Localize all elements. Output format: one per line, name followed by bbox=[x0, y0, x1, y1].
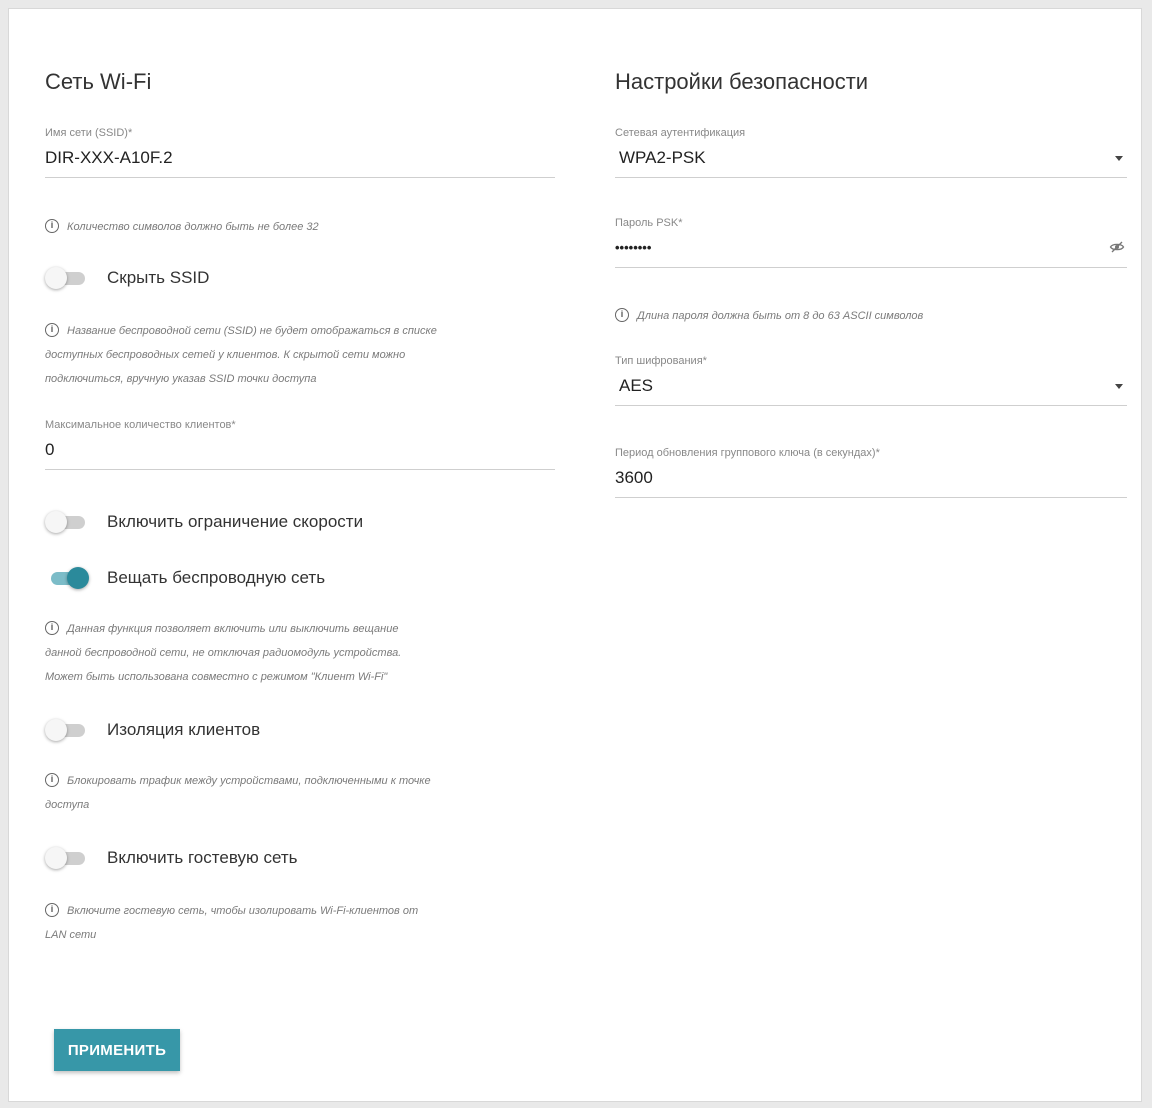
isolation-toggle[interactable] bbox=[45, 718, 89, 742]
psk-hint-text: Длина пароля должна быть от 8 до 63 ASCI… bbox=[637, 310, 924, 322]
guest-hint-line-1: Включите гостевую сеть, чтобы изолироват… bbox=[67, 905, 419, 917]
apply-button[interactable]: ПРИМЕНИТЬ bbox=[54, 1029, 180, 1071]
broadcast-toggle[interactable] bbox=[45, 566, 89, 590]
max-clients-label: Максимальное количество клиентов* bbox=[45, 419, 236, 431]
auth-value: WPA2-PSK bbox=[619, 148, 706, 167]
speed-limit-label: Включить ограничение скорости bbox=[107, 512, 364, 531]
ssid-label: Имя сети (SSID)* bbox=[45, 127, 133, 139]
encryption-select[interactable]: AES bbox=[615, 369, 1127, 406]
psk-row bbox=[615, 231, 1127, 268]
guest-hint-line-2: LAN сети bbox=[45, 929, 97, 941]
psk-hint: i Длина пароля должна быть от 8 до 63 ASC… bbox=[615, 304, 923, 328]
auth-label: Сетевая аутентификация bbox=[615, 127, 746, 139]
hide-ssid-hint: i Название беспроводной сети (SSID) не бу… bbox=[45, 319, 437, 391]
caret-down-icon bbox=[1115, 384, 1123, 389]
auth-select[interactable]: WPA2-PSK bbox=[615, 141, 1127, 178]
hide-ssid-row: Скрыть SSID bbox=[45, 263, 209, 293]
isolation-row: Изоляция клиентов bbox=[45, 715, 260, 745]
ssid-field: Имя сети (SSID)* bbox=[45, 127, 555, 178]
broadcast-hint-line-1: Данная функция позволяет включить или вы… bbox=[67, 623, 399, 635]
broadcast-hint: i Данная функция позволяет включить или в… bbox=[45, 617, 401, 689]
info-icon: i bbox=[615, 308, 629, 323]
guest-row: Включить гостевую сеть bbox=[45, 843, 297, 873]
hide-ssid-label: Скрыть SSID bbox=[107, 268, 210, 287]
ssid-row bbox=[45, 141, 555, 178]
max-clients-input[interactable] bbox=[45, 435, 504, 465]
ssid-hint-text: Количество символов должно быть не более… bbox=[67, 221, 319, 233]
rekey-row bbox=[615, 461, 1127, 498]
hide-ssid-hint-line-3: подключиться, вручную указав SSID точки … bbox=[45, 373, 317, 385]
psk-input[interactable] bbox=[615, 233, 1076, 263]
psk-label: Пароль PSK* bbox=[615, 217, 683, 229]
auth-field: Сетевая аутентификация WPA2-PSK bbox=[615, 127, 1127, 178]
settings-panel: Сеть Wi-Fi Имя сети (SSID)* i Количество … bbox=[8, 8, 1142, 1102]
guest-label: Включить гостевую сеть bbox=[107, 848, 298, 867]
guest-toggle[interactable] bbox=[45, 846, 89, 870]
broadcast-row: Вещать беспроводную сеть bbox=[45, 563, 325, 593]
rekey-label: Период обновления группового ключа (в се… bbox=[615, 447, 880, 459]
info-icon: i bbox=[45, 621, 59, 636]
speed-limit-row: Включить ограничение скорости bbox=[45, 507, 363, 537]
isolation-hint-line-2: доступа bbox=[45, 799, 90, 811]
ssid-input[interactable] bbox=[45, 143, 504, 173]
encryption-value: AES bbox=[619, 376, 654, 395]
ssid-hint: i Количество символов должно быть не боле… bbox=[45, 215, 319, 239]
encryption-label: Тип шифрования* bbox=[615, 355, 707, 367]
info-icon: i bbox=[45, 219, 59, 234]
wifi-section-title: Сеть Wi-Fi bbox=[45, 69, 152, 94]
hide-ssid-hint-line-1: Название беспроводной сети (SSID) не буд… bbox=[67, 325, 437, 337]
caret-down-icon bbox=[1115, 156, 1123, 161]
security-section-title: Настройки безопасности bbox=[615, 69, 869, 94]
max-clients-row bbox=[45, 433, 555, 470]
broadcast-hint-line-2: данной беспроводной сети, не отключая ра… bbox=[45, 647, 402, 659]
info-icon: i bbox=[45, 773, 59, 788]
hide-ssid-toggle[interactable] bbox=[45, 266, 89, 290]
info-icon: i bbox=[45, 323, 59, 338]
guest-hint: i Включите гостевую сеть, чтобы изолирова… bbox=[45, 899, 418, 947]
broadcast-hint-line-3: Может быть использована совместно с режи… bbox=[45, 671, 388, 683]
encryption-field: Тип шифрования* AES bbox=[615, 355, 1127, 406]
rekey-input[interactable] bbox=[615, 463, 1076, 493]
eye-off-icon[interactable] bbox=[1109, 239, 1125, 255]
isolation-hint-line-1: Блокировать трафик между устройствами, п… bbox=[67, 775, 431, 787]
max-clients-field: Максимальное количество клиентов* bbox=[45, 419, 555, 470]
speed-limit-toggle[interactable] bbox=[45, 510, 89, 534]
hide-ssid-hint-line-2: доступных беспроводных сетей у клиентов.… bbox=[45, 349, 406, 361]
isolation-label: Изоляция клиентов bbox=[107, 720, 261, 739]
isolation-hint: i Блокировать трафик между устройствами, … bbox=[45, 769, 431, 817]
info-icon: i bbox=[45, 903, 59, 918]
rekey-field: Период обновления группового ключа (в се… bbox=[615, 447, 1127, 498]
psk-field: Пароль PSK* bbox=[615, 217, 1127, 268]
broadcast-label: Вещать беспроводную сеть bbox=[107, 568, 326, 587]
